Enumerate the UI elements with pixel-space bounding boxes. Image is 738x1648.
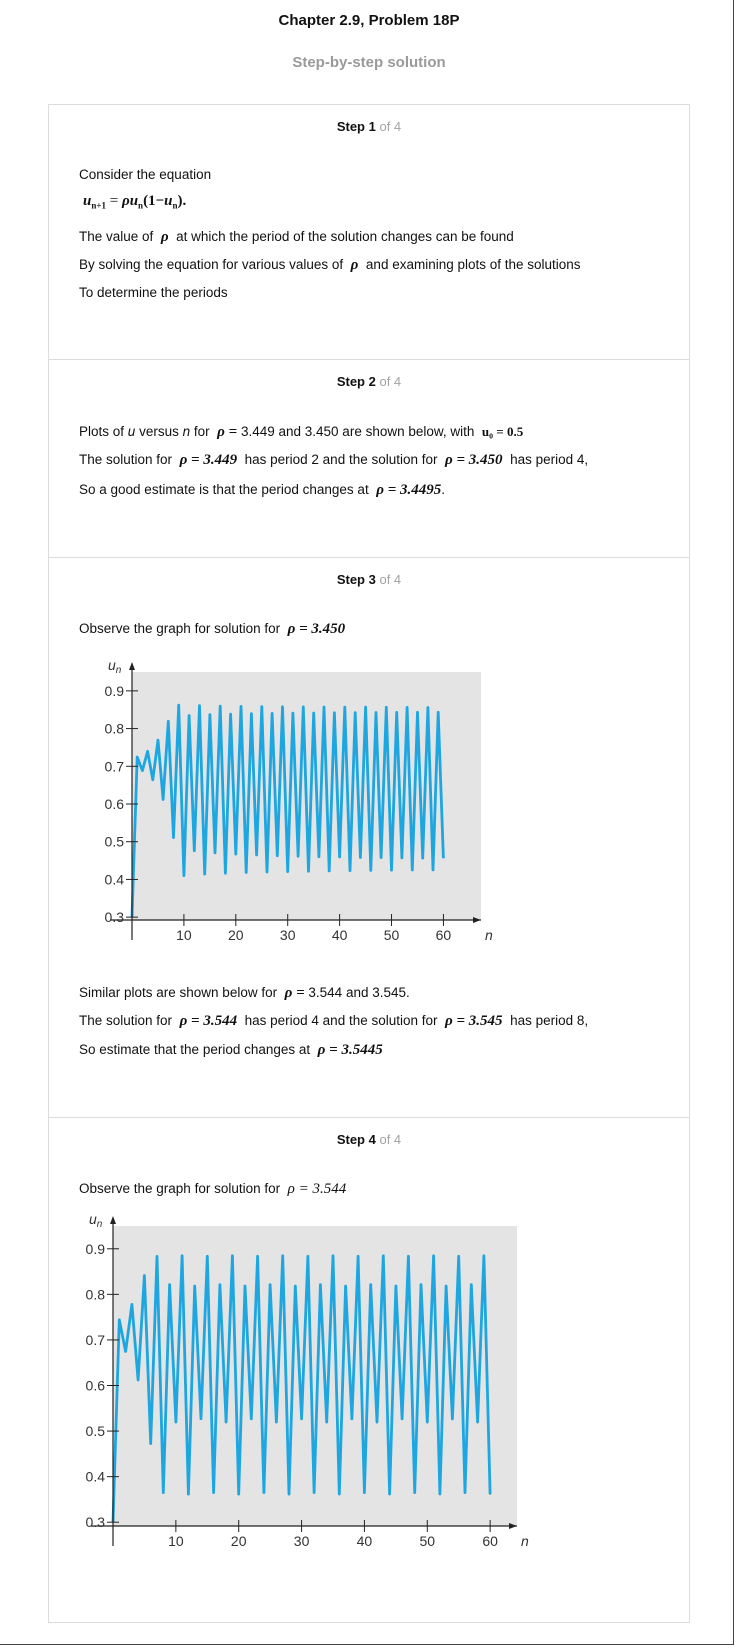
step-3-line-4: So estimate that the period changes at ρ… xyxy=(79,1042,383,1058)
x-tick-label: 40 xyxy=(332,927,348,943)
y-tick-label: 0.7 xyxy=(105,758,125,774)
step-4-card: Step 4 of 4 Observe the graph for soluti… xyxy=(48,1117,690,1623)
y-axis-label-subscript: n xyxy=(97,1219,103,1230)
step-1-line-3: By solving the equation for various valu… xyxy=(79,257,581,273)
y-axis-label-subscript: n xyxy=(116,665,122,676)
y-axis-label: un xyxy=(108,660,122,676)
y-tick-label: 0.9 xyxy=(105,683,125,699)
step-1-heading: Step 1 of 4 xyxy=(336,119,402,134)
step-1-line-4: To determine the periods xyxy=(79,285,228,300)
step-2-card: Step 2 of 4 Plots of u versus n for ρ = … xyxy=(48,359,690,558)
x-tick-label: 40 xyxy=(357,1533,373,1549)
y-tick-label: 0.8 xyxy=(86,1286,106,1302)
y-axis-label: un xyxy=(89,1212,103,1230)
chart-rho-3450: 0.30.40.50.60.70.80.910 20 30 40 50 60 nun xyxy=(105,660,493,943)
y-axis-arrow xyxy=(129,662,135,670)
x-tick-label: 30 xyxy=(294,1533,310,1549)
step-2-line-3: So a good estimate is that the period ch… xyxy=(79,482,446,498)
x-tick-label: 50 xyxy=(384,927,400,943)
step-3-heading: Step 3 of 4 xyxy=(336,572,402,587)
step-2-line-1: Plots of u versus n for ρ = 3.449 and 3.… xyxy=(79,424,524,440)
step-2-heading: Step 2 of 4 xyxy=(336,374,402,389)
page-title: Chapter 2.9, Problem 18P xyxy=(278,12,460,29)
step-1-line-2: The value of ρ at which the period of th… xyxy=(79,229,514,245)
x-tick-label: 60 xyxy=(482,1533,498,1549)
x-tick-label: 50 xyxy=(419,1533,435,1549)
y-tick-label: 0.6 xyxy=(105,796,125,812)
x-tick-label: 60 xyxy=(436,927,452,943)
step-1-card: Step 1 of 4 Consider the equation un+1 =… xyxy=(48,104,690,360)
y-tick-label: 0.4 xyxy=(105,871,125,887)
step-3-line-2: Similar plots are shown below for ρ = 3.… xyxy=(79,985,410,1001)
step-3-line-3: The solution for ρ = 3.544 has period 4 … xyxy=(79,1013,589,1029)
x-tick-label: 30 xyxy=(280,927,296,943)
y-axis-arrow xyxy=(110,1216,116,1224)
x-tick-label: 10 xyxy=(168,1533,184,1549)
y-tick-label: 0.3 xyxy=(105,909,125,925)
y-tick-label: 0.5 xyxy=(86,1423,106,1439)
y-tick-label: 0.7 xyxy=(86,1332,106,1348)
y-tick-label: 0.9 xyxy=(86,1241,106,1257)
step-3-line-1: Observe the graph for solution for ρ = 3… xyxy=(79,621,346,637)
step-1-equation: un+1 = ρun(1−un). xyxy=(83,193,187,211)
y-tick-label: 0.5 xyxy=(105,834,125,850)
page-subtitle: Step-by-step solution xyxy=(292,54,446,71)
x-tick-label: 10 xyxy=(176,927,192,943)
x-tick-label: 20 xyxy=(228,927,244,943)
x-axis-label: n xyxy=(485,927,493,943)
step-4-line-1: Observe the graph for solution for ρ = 3… xyxy=(79,1181,347,1197)
x-axis-label: n xyxy=(521,1533,529,1549)
y-tick-label: 0.8 xyxy=(105,721,125,737)
y-tick-label: 0.6 xyxy=(86,1378,106,1394)
chart-rho-3544-3545: 0.30.40.50.60.70.80.910 20 30 40 50 60 nun xyxy=(86,1212,529,1549)
step-2-line-2: The solution for ρ = 3.449 has period 2 … xyxy=(79,452,589,468)
step-4-heading: Step 4 of 4 xyxy=(336,1132,402,1147)
step-3-card: Step 3 of 4 Observe the graph for soluti… xyxy=(48,557,690,1118)
step-1-line-1: Consider the equation xyxy=(79,167,212,182)
x-tick-label: 20 xyxy=(231,1533,247,1549)
y-tick-label: 0.3 xyxy=(86,1514,106,1530)
y-tick-label: 0.4 xyxy=(86,1469,106,1485)
